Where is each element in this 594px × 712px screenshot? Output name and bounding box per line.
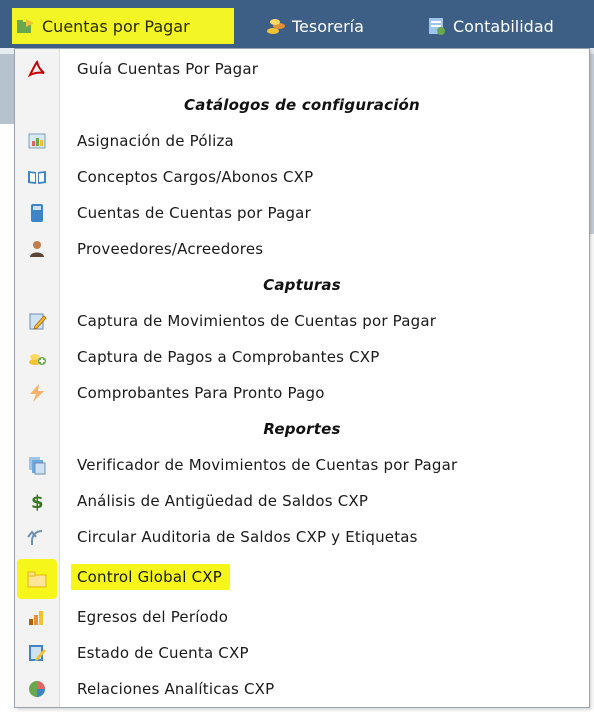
dollar-icon: $: [27, 491, 47, 513]
edit-document-icon: [27, 311, 47, 331]
ledger-icon: [427, 16, 447, 36]
menu-item-label: Verificador de Movimientos de Cuentas po…: [77, 456, 458, 474]
calculator-icon: [27, 203, 47, 223]
menu-item-conceptos-cargos[interactable]: Conceptos Cargos/Abonos CXP: [15, 159, 589, 195]
menu-item-label: Proveedores/Acreedores: [77, 240, 264, 258]
section-header-label: Catálogos de configuración: [184, 96, 420, 114]
menu-cuentas-por-pagar[interactable]: Cuentas por Pagar: [12, 8, 234, 44]
lightning-icon: [27, 383, 47, 403]
section-header-reportes: Reportes: [15, 411, 589, 447]
menu-item-relaciones-analiticas[interactable]: Relaciones Analíticas CXP: [15, 671, 589, 707]
menu-item-label: Guía Cuentas Por Pagar: [77, 60, 259, 78]
coins-plus-icon: [27, 347, 47, 367]
svg-text:$: $: [31, 492, 44, 511]
menu-tesoreria[interactable]: Tesorería: [266, 8, 364, 44]
menu-tesoreria-label: Tesorería: [292, 16, 364, 36]
menu-contabilidad[interactable]: Contabilidad: [427, 8, 554, 44]
bar-coins-icon: [27, 607, 47, 627]
book-icon: [27, 167, 47, 187]
menu-item-label: Cuentas de Cuentas por Pagar: [77, 204, 311, 222]
menu-item-control-global[interactable]: Control Global CXP: [15, 559, 589, 595]
edit-sheet-icon: [27, 643, 47, 663]
menu-item-label: Estado de Cuenta CXP: [77, 644, 249, 662]
menu-item-captura-pagos[interactable]: Captura de Pagos a Comprobantes CXP: [15, 339, 589, 375]
menu-item-label: Comprobantes Para Pronto Pago: [77, 384, 325, 402]
background-panel: [0, 54, 14, 124]
background-panel: [590, 54, 594, 234]
section-header-capturas: Capturas: [15, 267, 589, 303]
menu-item-label: Asignación de Póliza: [77, 132, 234, 150]
stacked-documents-icon: [27, 455, 47, 475]
menu-item-label: Control Global CXP: [71, 564, 231, 590]
pdf-icon: [27, 59, 47, 79]
menu-item-asignacion-poliza[interactable]: Asignación de Póliza: [15, 123, 589, 159]
menu-item-circular-auditoria[interactable]: Circular Auditoria de Saldos CXP y Etiqu…: [15, 519, 589, 555]
menu-item-egresos[interactable]: Egresos del Período: [15, 599, 589, 635]
section-header-label: Capturas: [263, 276, 341, 294]
undo-arrow-icon: [27, 527, 47, 547]
menu-item-verificador[interactable]: Verificador de Movimientos de Cuentas po…: [15, 447, 589, 483]
cuentas-por-pagar-dropdown: Guía Cuentas Por Pagar Catálogos de conf…: [14, 48, 590, 708]
section-header-label: Reportes: [263, 420, 341, 438]
folder-arrow-icon: [16, 16, 36, 36]
person-icon: [27, 239, 47, 259]
menu-item-estado-cuenta[interactable]: Estado de Cuenta CXP: [15, 635, 589, 671]
menu-item-label: Captura de Pagos a Comprobantes CXP: [77, 348, 380, 366]
menu-item-label: Circular Auditoria de Saldos CXP y Etiqu…: [77, 528, 418, 546]
section-header-catalogos: Catálogos de configuración: [15, 87, 589, 123]
menu-item-pronto-pago[interactable]: Comprobantes Para Pronto Pago: [15, 375, 589, 411]
coins-icon: [266, 16, 286, 36]
menu-item-label: Relaciones Analíticas CXP: [77, 680, 275, 698]
menu-item-proveedores[interactable]: Proveedores/Acreedores: [15, 231, 589, 267]
menu-item-guia[interactable]: Guía Cuentas Por Pagar: [15, 51, 589, 87]
menu-item-label: Captura de Movimientos de Cuentas por Pa…: [77, 312, 437, 330]
menu-item-label: Conceptos Cargos/Abonos CXP: [77, 168, 314, 186]
menu-item-label: Análisis de Antigüedad de Saldos CXP: [77, 492, 369, 510]
menu-item-cuentas-de-cuentas[interactable]: Cuentas de Cuentas por Pagar: [15, 195, 589, 231]
background-panel: [0, 124, 8, 712]
pie-chart-icon: [27, 679, 47, 699]
folder-icon: [27, 569, 47, 589]
menu-item-captura-movimientos[interactable]: Captura de Movimientos de Cuentas por Pa…: [15, 303, 589, 339]
menu-item-analisis-antiguedad[interactable]: $ Análisis de Antigüedad de Saldos CXP: [15, 483, 589, 519]
menu-item-label: Egresos del Período: [77, 608, 229, 626]
menu-cuentas-por-pagar-label: Cuentas por Pagar: [42, 16, 190, 36]
chart-sheet-icon: [27, 131, 47, 151]
menu-contabilidad-label: Contabilidad: [453, 16, 554, 36]
